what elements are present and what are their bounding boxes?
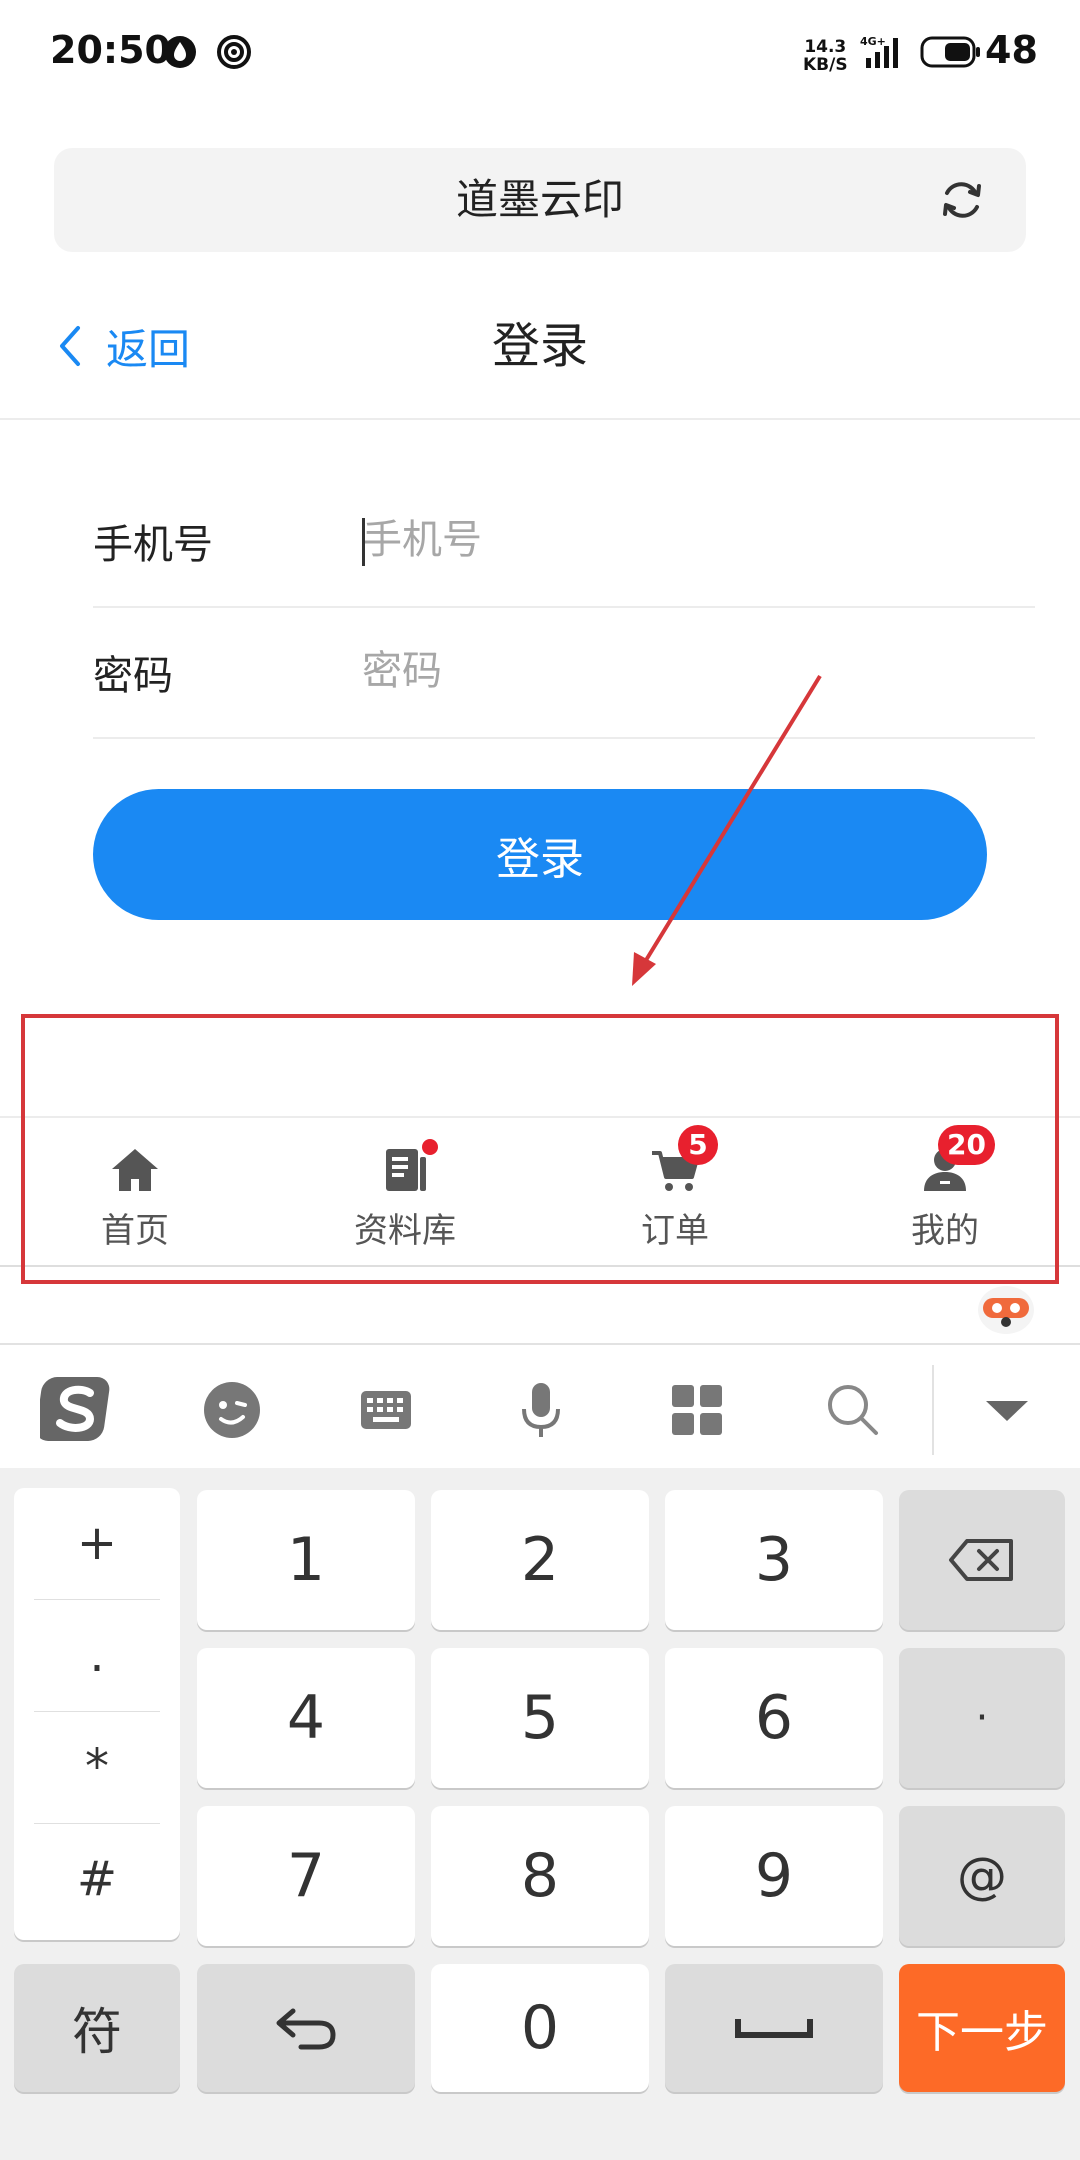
key-2[interactable]: 2 bbox=[431, 1490, 649, 1630]
undo-arrow-icon bbox=[276, 2008, 336, 2050]
signal-icon: 4G+ bbox=[860, 35, 898, 68]
backspace-key[interactable] bbox=[899, 1490, 1065, 1630]
password-label: 密码 bbox=[93, 653, 173, 699]
login-button[interactable]: 登录 bbox=[93, 789, 987, 920]
symbol-key-plus[interactable]: + bbox=[14, 1488, 180, 1598]
at-key[interactable]: @ bbox=[899, 1806, 1065, 1946]
notification-icon bbox=[164, 36, 196, 68]
symbol-key-asterisk[interactable]: * bbox=[14, 1712, 180, 1822]
key-7[interactable]: 7 bbox=[197, 1806, 415, 1946]
symbols-key[interactable]: 符 bbox=[14, 1964, 180, 2092]
key-8[interactable]: 8 bbox=[431, 1806, 649, 1946]
return-key[interactable] bbox=[197, 1964, 415, 2092]
keyboard-toolbar bbox=[0, 1343, 1080, 1470]
text-cursor bbox=[362, 518, 365, 566]
search-icon[interactable] bbox=[818, 1375, 888, 1445]
symbol-key-hash[interactable]: # bbox=[14, 1824, 180, 1934]
key-6[interactable]: 6 bbox=[665, 1648, 883, 1788]
key-4[interactable]: 4 bbox=[197, 1648, 415, 1788]
key-1[interactable]: 1 bbox=[197, 1490, 415, 1630]
dot-key[interactable]: · bbox=[899, 1648, 1065, 1788]
key-3[interactable]: 3 bbox=[665, 1490, 883, 1630]
address-bar[interactable]: 道墨云印 bbox=[54, 148, 1026, 252]
space-key[interactable] bbox=[665, 1964, 883, 2092]
key-0[interactable]: 0 bbox=[431, 1964, 649, 2092]
sogou-logo-icon[interactable] bbox=[40, 1371, 116, 1447]
battery-level: 48 bbox=[985, 28, 1038, 72]
page-url-title: 道墨云印 bbox=[455, 175, 624, 224]
key-5[interactable]: 5 bbox=[431, 1648, 649, 1788]
toolbar-separator bbox=[932, 1365, 934, 1455]
hotspot-icon bbox=[217, 35, 251, 69]
backspace-icon bbox=[949, 1539, 1013, 1581]
key-9[interactable]: 9 bbox=[665, 1806, 883, 1946]
phone-input[interactable] bbox=[362, 505, 1002, 575]
keyboard-mascot-icon[interactable] bbox=[975, 1280, 1037, 1336]
network-type: 4G+ bbox=[860, 35, 886, 48]
keyboard-icon[interactable] bbox=[351, 1375, 421, 1445]
battery-icon bbox=[920, 36, 980, 68]
back-label: 返回 bbox=[106, 324, 191, 374]
emoji-icon[interactable] bbox=[197, 1375, 267, 1445]
collapse-keyboard-icon[interactable] bbox=[972, 1375, 1042, 1445]
space-icon bbox=[735, 2019, 813, 2038]
chevron-left-icon bbox=[60, 326, 80, 366]
microphone-icon[interactable] bbox=[506, 1375, 576, 1445]
apps-grid-icon[interactable] bbox=[662, 1375, 732, 1445]
network-speed: 14.3 KB/S bbox=[803, 37, 848, 75]
password-input[interactable] bbox=[362, 636, 1002, 706]
back-button[interactable]: 返回 bbox=[56, 316, 190, 376]
symbol-column: + . * # bbox=[14, 1488, 180, 1940]
annotation-highlight-box bbox=[21, 1014, 1059, 1284]
divider bbox=[0, 418, 1080, 420]
symbol-key-period[interactable]: . bbox=[14, 1600, 180, 1710]
phone-label: 手机号 bbox=[93, 522, 213, 568]
next-step-key[interactable]: 下一步 bbox=[899, 1964, 1065, 2092]
refresh-icon[interactable] bbox=[938, 176, 986, 224]
divider bbox=[93, 737, 1035, 739]
divider bbox=[93, 606, 1035, 608]
status-time: 20:50 bbox=[50, 28, 171, 72]
